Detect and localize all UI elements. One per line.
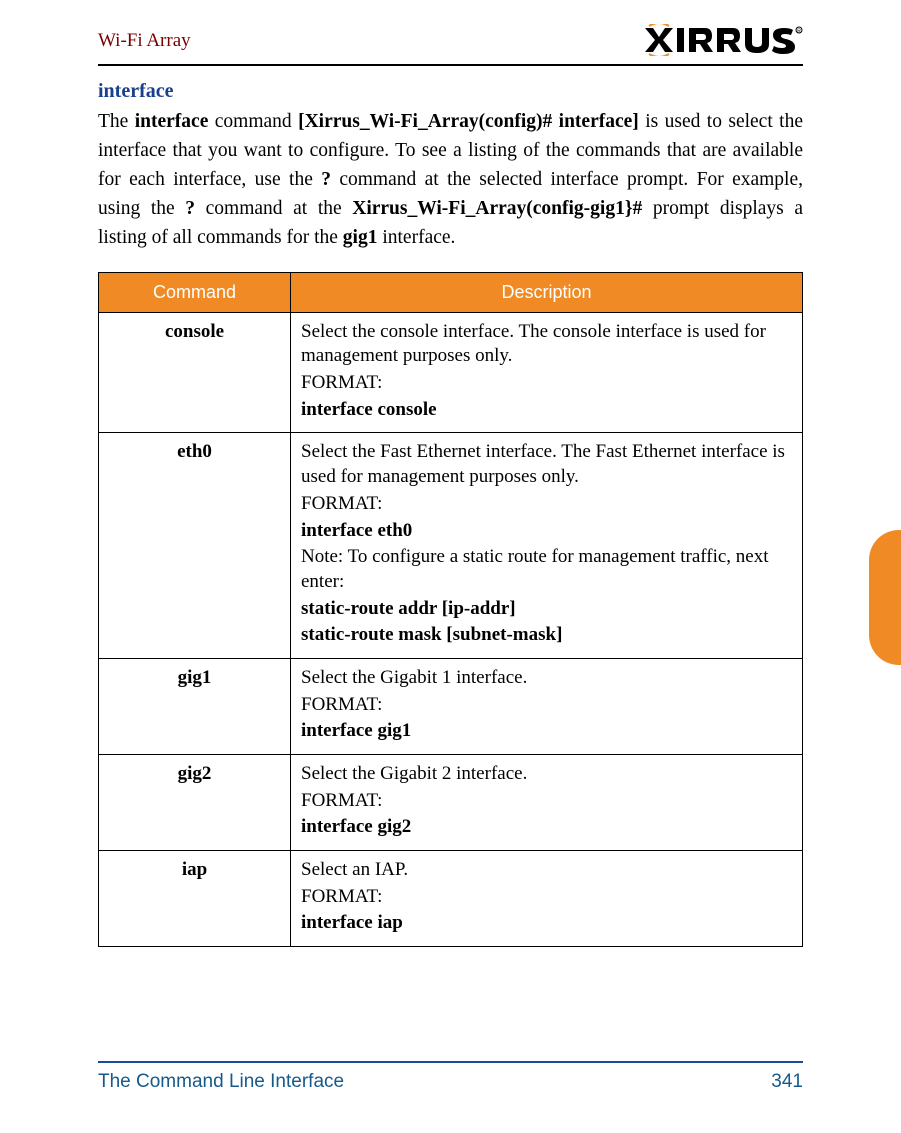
section-side-tab	[869, 530, 901, 665]
para-bold: interface	[135, 111, 209, 132]
description-line: Select the Gigabit 1 interface.	[301, 666, 792, 691]
footer-divider	[98, 1061, 803, 1063]
footer-row: The Command Line Interface 341	[98, 1071, 803, 1093]
table-row: consoleSelect the console interface. The…	[99, 312, 803, 433]
para-text: command at the	[195, 198, 352, 219]
description-line: interface gig1	[301, 719, 792, 744]
table-header-row: Command Description	[99, 272, 803, 312]
description-line: interface console	[301, 398, 792, 423]
description-line: FORMAT:	[301, 693, 792, 718]
page-header: Wi-Fi Array R	[98, 24, 803, 64]
description-line: Select the Gigabit 2 interface.	[301, 762, 792, 787]
xirrus-logo-icon: R	[643, 24, 803, 56]
para-bold: ?	[185, 198, 195, 219]
description-line: Select the console interface. The consol…	[301, 320, 792, 369]
description-cell: Select the Gigabit 2 interface.FORMAT:in…	[291, 755, 803, 851]
description-line: static-route addr [ip-addr]	[301, 597, 792, 622]
command-cell: console	[99, 312, 291, 433]
table-row: gig1Select the Gigabit 1 interface.FORMA…	[99, 658, 803, 754]
svg-text:R: R	[797, 29, 801, 35]
table-header-description: Description	[291, 272, 803, 312]
command-cell: gig1	[99, 658, 291, 754]
command-table: Command Description consoleSelect the co…	[98, 272, 803, 947]
table-header-command: Command	[99, 272, 291, 312]
description-line: FORMAT:	[301, 789, 792, 814]
description-line: interface gig2	[301, 815, 792, 840]
table-row: iapSelect an IAP.FORMAT:interface iap	[99, 851, 803, 947]
command-cell: iap	[99, 851, 291, 947]
para-text: The	[98, 111, 135, 132]
content-area: Wi-Fi Array R	[98, 24, 803, 64]
description-cell: Select the Fast Ethernet interface. The …	[291, 433, 803, 659]
description-line: FORMAT:	[301, 371, 792, 396]
para-bold: gig1	[343, 227, 378, 248]
description-cell: Select the console interface. The consol…	[291, 312, 803, 433]
para-bold: ?	[321, 169, 331, 190]
para-bold: Xirrus_Wi-Fi_Array(config-gig1}#	[352, 198, 642, 219]
description-line: static-route mask [subnet-mask]	[301, 623, 792, 648]
description-line: FORMAT:	[301, 492, 792, 517]
footer-section-title: The Command Line Interface	[98, 1071, 344, 1093]
description-cell: Select an IAP.FORMAT:interface iap	[291, 851, 803, 947]
para-text: command	[208, 111, 298, 132]
description-line: Select the Fast Ethernet interface. The …	[301, 440, 792, 489]
table-row: gig2Select the Gigabit 2 interface.FORMA…	[99, 755, 803, 851]
section-heading: interface	[98, 80, 803, 103]
description-line: FORMAT:	[301, 885, 792, 910]
description-line: Note: To configure a static route for ma…	[301, 545, 792, 594]
description-line: Select an IAP.	[301, 858, 792, 883]
brand-logo: R	[643, 24, 803, 61]
para-bold: [Xirrus_Wi-Fi_Array(config)# interface]	[298, 111, 639, 132]
description-line: interface eth0	[301, 519, 792, 544]
page-number: 341	[771, 1071, 803, 1093]
document-page: Wi-Fi Array R	[0, 0, 901, 1133]
command-cell: gig2	[99, 755, 291, 851]
page-footer: The Command Line Interface 341	[98, 1061, 803, 1093]
main-body: interface The interface command [Xirrus_…	[98, 66, 803, 947]
description-line: interface iap	[301, 911, 792, 936]
description-cell: Select the Gigabit 1 interface.FORMAT:in…	[291, 658, 803, 754]
command-cell: eth0	[99, 433, 291, 659]
table-row: eth0Select the Fast Ethernet interface. …	[99, 433, 803, 659]
intro-paragraph: The interface command [Xirrus_Wi-Fi_Arra…	[98, 107, 803, 252]
para-text: interface.	[377, 227, 455, 248]
document-title: Wi-Fi Array	[98, 30, 191, 52]
